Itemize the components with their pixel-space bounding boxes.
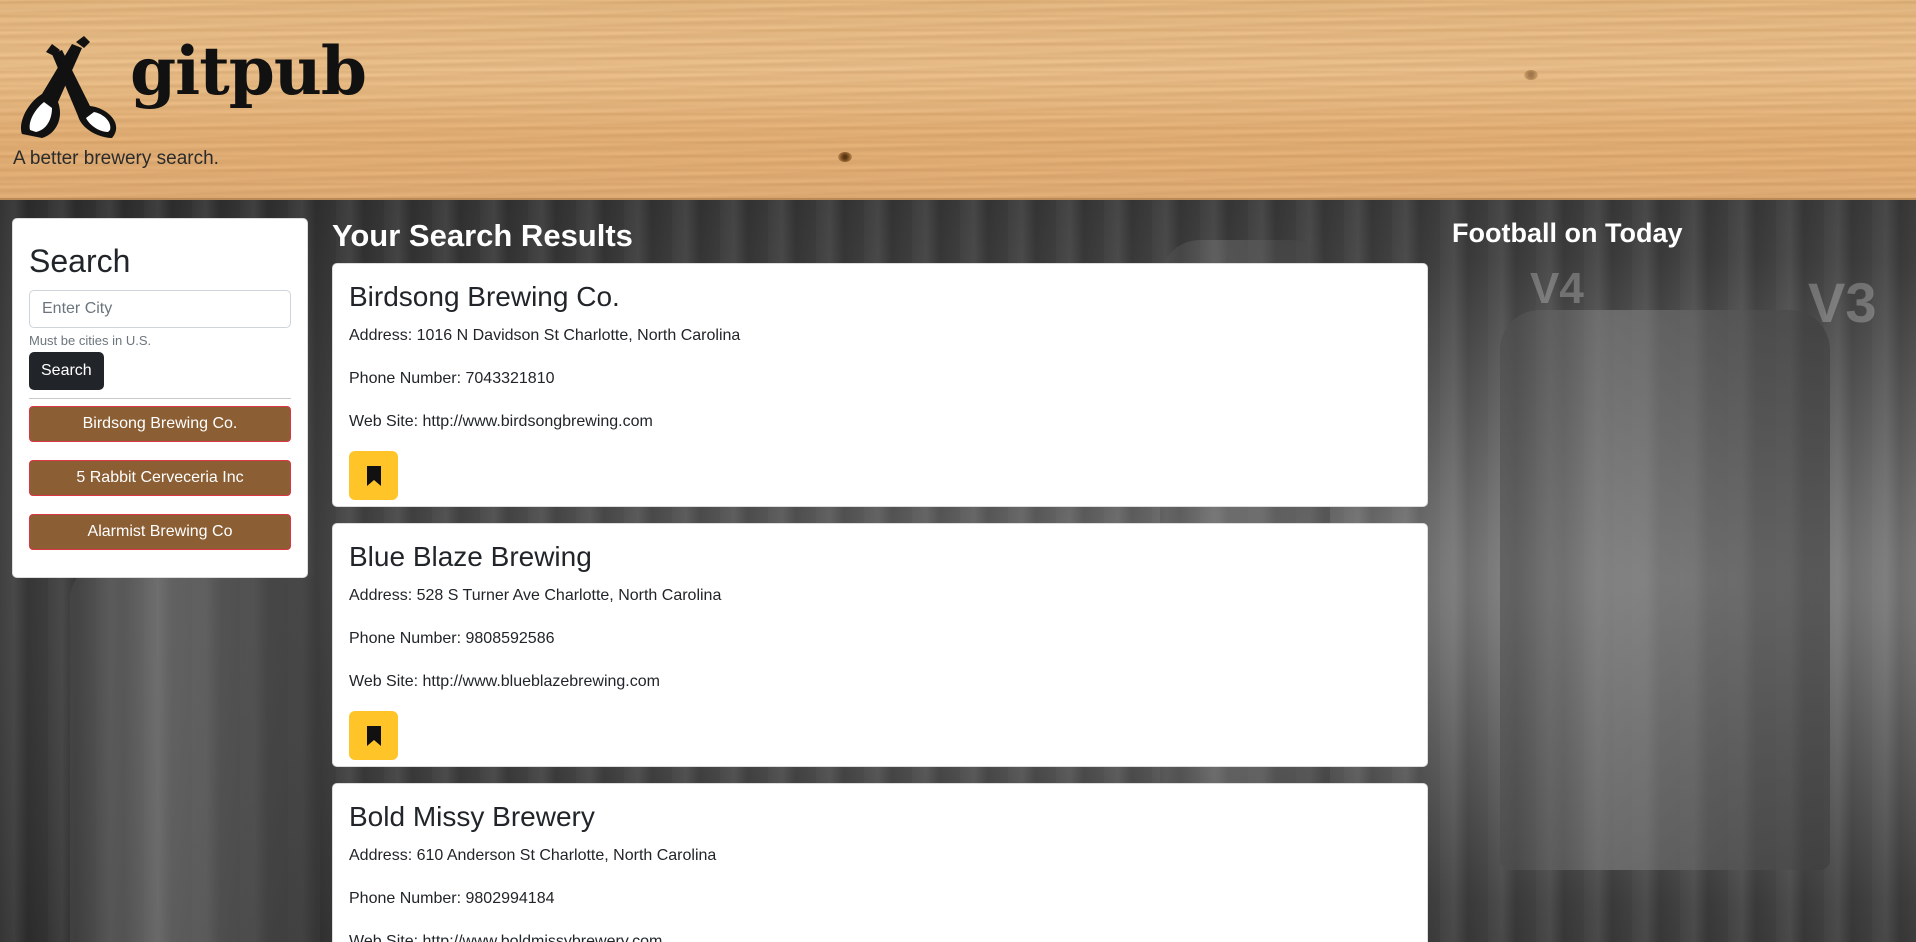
tagline: A better brewery search.: [13, 148, 219, 169]
background-tank: [70, 560, 320, 942]
history-button[interactable]: Alarmist Brewing Co: [29, 514, 291, 550]
tank-label: V3: [1808, 271, 1877, 334]
brewery-website: Web Site: http://www.boldmissybrewery.co…: [349, 932, 663, 942]
tank-label: V4: [1530, 264, 1584, 313]
brewery-name: Birdsong Brewing Co.: [349, 281, 620, 312]
brewery-phone: Phone Number: 7043321810: [349, 369, 555, 387]
logo-text[interactable]: gitpub: [130, 38, 367, 104]
brewery-address: Address: 610 Anderson St Charlotte, Nort…: [349, 846, 717, 864]
search-title: Search: [29, 243, 131, 279]
results-title: Your Search Results: [332, 218, 633, 253]
brewery-card: Bold Missy Brewery Address: 610 Anderson…: [332, 783, 1428, 942]
bookmark-icon: [366, 465, 381, 486]
background-tank: [1500, 310, 1830, 870]
brewery-name: Blue Blaze Brewing: [349, 541, 592, 572]
brewery-address: Address: 528 S Turner Ave Charlotte, Nor…: [349, 586, 722, 604]
search-history-list: Birdsong Brewing Co. 5 Rabbit Cerveceria…: [29, 406, 291, 550]
brewery-website: Web Site: http://www.blueblazebrewing.co…: [349, 672, 660, 690]
history-button[interactable]: 5 Rabbit Cerveceria Inc: [29, 460, 291, 496]
search-button[interactable]: Search: [29, 352, 104, 390]
brewery-card: Blue Blaze Brewing Address: 528 S Turner…: [332, 523, 1428, 767]
brewery-website: Web Site: http://www.birdsongbrewing.com: [349, 412, 653, 430]
brewery-phone: Phone Number: 9808592586: [349, 629, 555, 647]
brewery-phone: Phone Number: 9802994184: [349, 889, 555, 907]
city-hint: Must be cities in U.S.: [29, 333, 152, 348]
bookmark-icon: [366, 725, 381, 746]
brewery-address: Address: 1016 N Davidson St Charlotte, N…: [349, 326, 741, 344]
wood-knot: [1524, 70, 1538, 80]
brewery-card: Birdsong Brewing Co. Address: 1016 N Dav…: [332, 263, 1428, 507]
site-header: gitpub A better brewery search.: [0, 0, 1916, 200]
football-title: Football on Today: [1452, 218, 1683, 248]
city-search-input[interactable]: [29, 290, 291, 328]
history-button[interactable]: Birdsong Brewing Co.: [29, 406, 291, 442]
divider: [29, 398, 291, 399]
bookmark-button[interactable]: [349, 451, 398, 501]
brewery-name: Bold Missy Brewery: [349, 801, 595, 832]
search-panel: Search Must be cities in U.S. Search Bir…: [12, 218, 308, 578]
bookmark-button[interactable]: [349, 711, 398, 761]
wood-knot: [838, 152, 852, 162]
